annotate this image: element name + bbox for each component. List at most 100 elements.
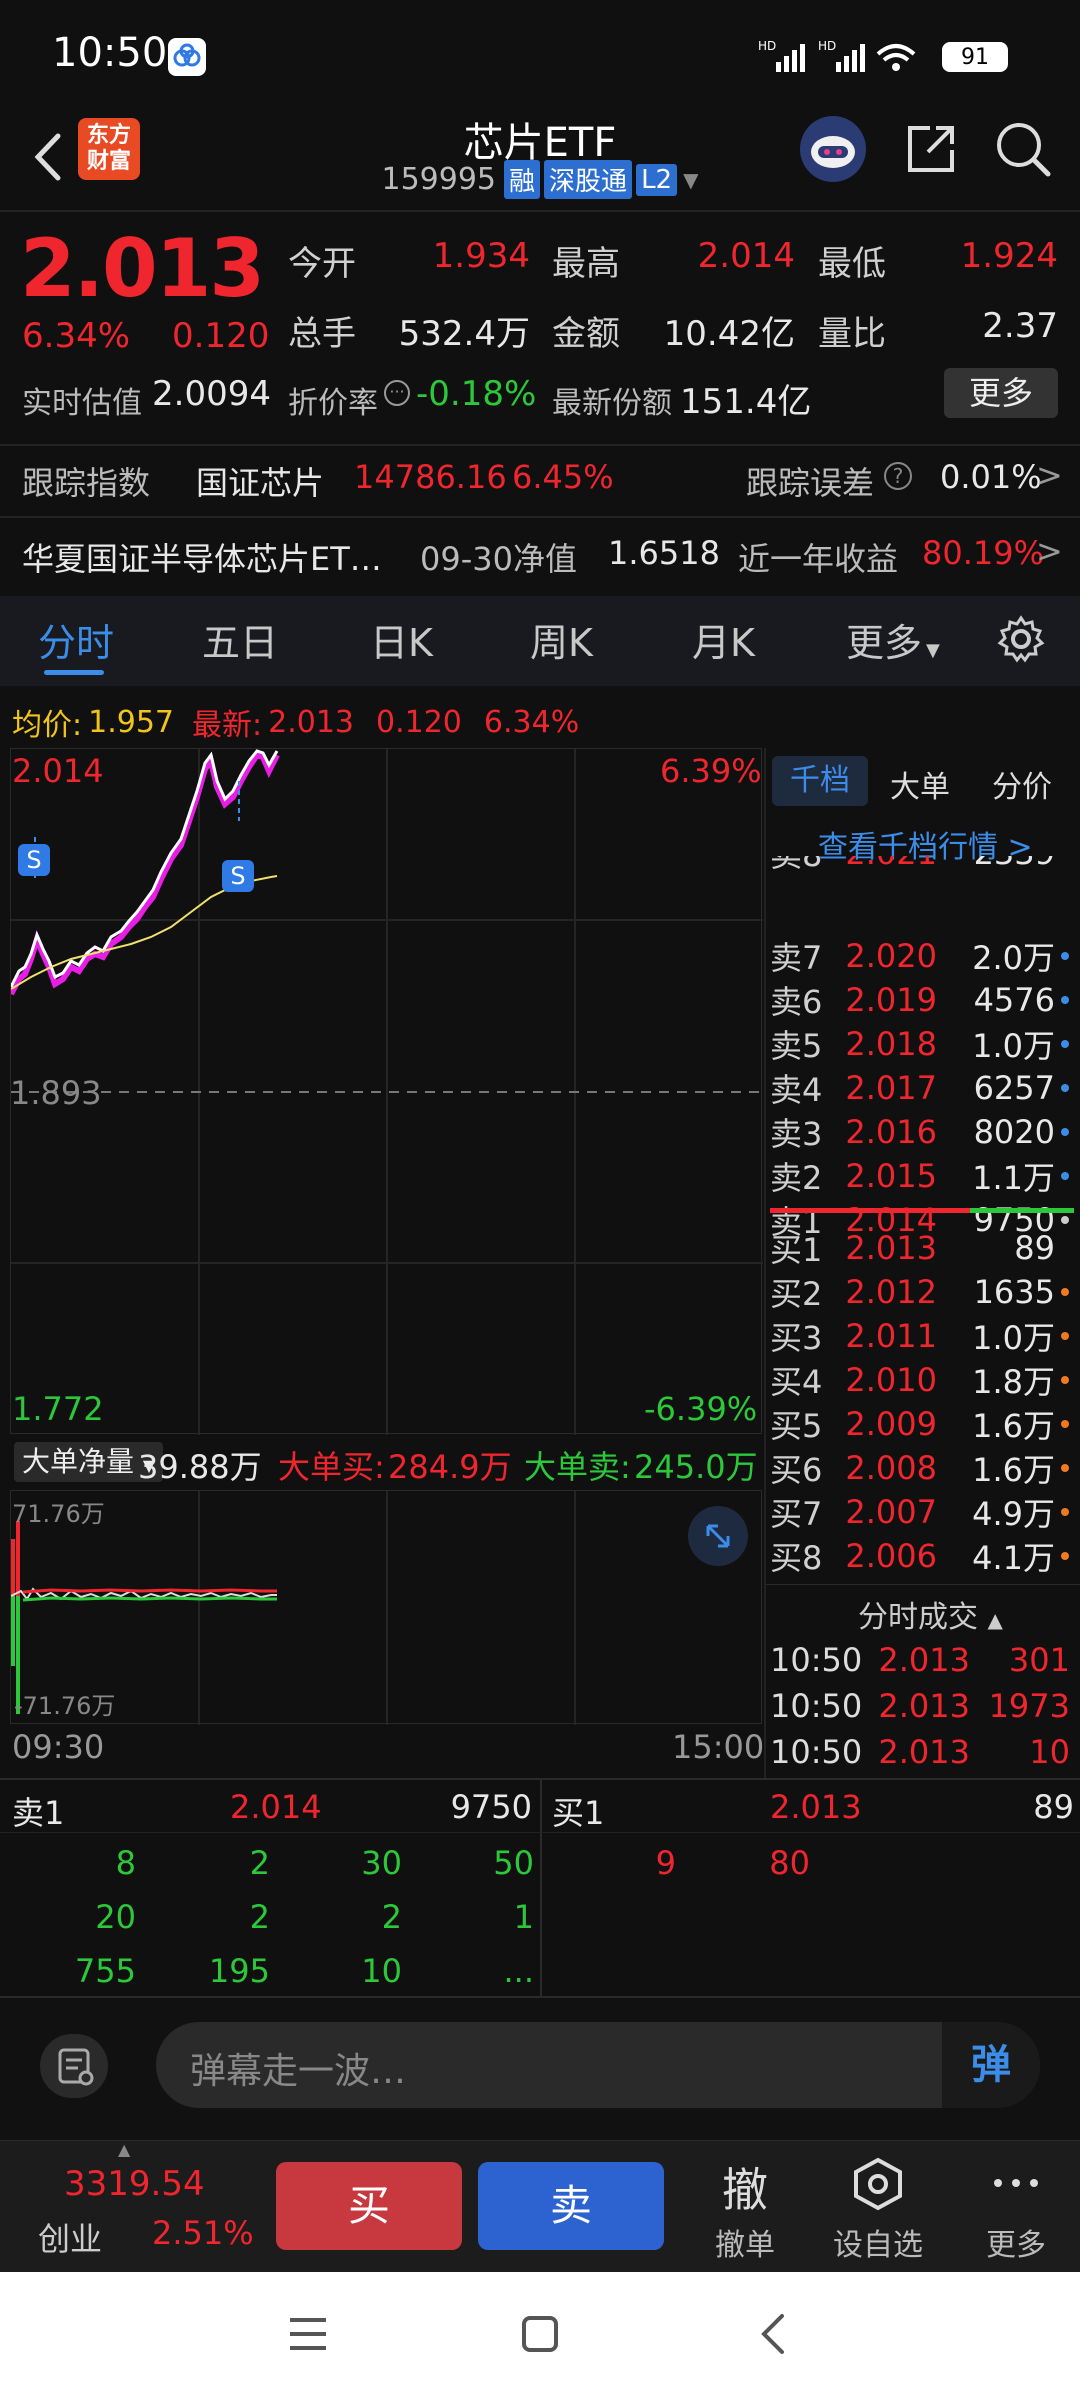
help-icon[interactable]: ? xyxy=(884,462,912,490)
change-percent: 6.34% xyxy=(22,316,131,356)
amount-label: 金额 xyxy=(552,314,620,354)
high-value: 2.014 xyxy=(697,236,795,276)
ask-volume: 1.0万 xyxy=(972,1027,1055,1065)
index-value[interactable]: 3319.54 xyxy=(64,2164,205,2204)
order-dot xyxy=(1061,1040,1069,1048)
search-icon[interactable] xyxy=(992,118,1054,180)
intraday-price-chart[interactable] xyxy=(8,748,763,1435)
tab-more[interactable]: 更多 ▼ xyxy=(846,612,940,667)
danmaku-toggle-icon[interactable] xyxy=(40,2034,108,2098)
ask-label: 卖5 xyxy=(770,1027,823,1065)
bid-label: 买3 xyxy=(770,1319,823,1357)
bid-row[interactable]: 买7 2.007 4.9万 xyxy=(770,1490,1070,1534)
cancel-order-icon[interactable]: 撤 xyxy=(700,2154,790,2220)
security-code-row[interactable]: 159995 融 深股通 L2 ▼ xyxy=(340,160,740,199)
bid-volume: 1635 xyxy=(973,1273,1055,1311)
ask-volume: 2.0万 xyxy=(972,939,1055,977)
app-logo: 东方 财富 xyxy=(78,118,140,180)
watchlist-icon[interactable] xyxy=(848,2154,908,2214)
high-label: 最高 xyxy=(552,244,620,284)
bid-price: 2.011 xyxy=(845,1317,937,1355)
sell-button[interactable]: 卖 xyxy=(478,2162,664,2250)
more-info-icon[interactable]: ··· xyxy=(384,380,410,406)
latest-change: 0.120 xyxy=(376,704,462,740)
home-icon[interactable] xyxy=(518,2312,562,2356)
fund-name[interactable]: 华夏国证半导体芯片ET… xyxy=(22,534,382,580)
time-end: 15:00 xyxy=(672,1728,765,1766)
bid-row[interactable]: 买2 2.012 1635 xyxy=(770,1270,1070,1314)
open-value: 1.934 xyxy=(432,236,530,276)
danmaku-send-button[interactable]: 弹 xyxy=(942,2022,1040,2108)
tab-five-day[interactable]: 五日 xyxy=(202,612,278,667)
ask-volume: 6257 xyxy=(973,1069,1055,1107)
ratio-value: 2.37 xyxy=(982,306,1058,346)
bid-label: 买1 xyxy=(770,1231,823,1269)
menu-icon[interactable] xyxy=(286,2312,330,2356)
chevron-right-icon[interactable]: > xyxy=(1036,456,1063,494)
queue-buy-volume: 89 xyxy=(1033,1788,1074,1826)
settings-gear-icon[interactable] xyxy=(996,614,1046,664)
ask-row[interactable]: 卖2 2.015 1.1万 xyxy=(770,1154,1070,1198)
tab-intraday[interactable]: 分时 xyxy=(38,612,114,667)
cancel-order-label[interactable]: 撤单 xyxy=(700,2220,790,2264)
active-tab-indicator xyxy=(44,670,104,675)
back-icon[interactable] xyxy=(20,122,80,192)
bid-row[interactable]: 买8 2.006 4.1万 xyxy=(770,1534,1070,1578)
more-icon[interactable] xyxy=(986,2168,1046,2198)
tab-daily-k[interactable]: 日K xyxy=(370,612,433,667)
ratio-label: 量比 xyxy=(818,314,886,354)
ask-label: 卖3 xyxy=(770,1115,823,1153)
buy-button[interactable]: 买 xyxy=(276,2162,462,2250)
caret-up-icon[interactable]: ▲ xyxy=(118,2140,130,2159)
tab-depth[interactable]: 千档 xyxy=(772,756,868,806)
caret-down-icon: ▼ xyxy=(926,640,940,661)
tab-weekly-k[interactable]: 周K xyxy=(530,612,593,667)
ask-label: 卖8 xyxy=(770,856,825,876)
divider xyxy=(540,1780,542,1996)
flow-sell: 245.0万 xyxy=(634,1448,758,1486)
trade-row: 10:50 2.013 1973 xyxy=(770,1684,1070,1728)
tracking-index-name[interactable]: 国证芯片 xyxy=(196,458,324,504)
assistant-robot-icon[interactable] xyxy=(800,116,866,182)
back-nav-icon[interactable] xyxy=(752,2312,796,2356)
tab-big-orders[interactable]: 大单 xyxy=(890,762,950,806)
flow-buy-label: 大单买: xyxy=(278,1448,385,1486)
tab-monthly-k[interactable]: 月K xyxy=(692,612,755,667)
return-label: 近一年收益 xyxy=(738,540,899,578)
ask-price: 2.015 xyxy=(845,1157,937,1195)
tab-price-split[interactable]: 分价 xyxy=(992,762,1052,806)
expand-icon[interactable] xyxy=(688,1506,748,1566)
bid-row[interactable]: 买6 2.008 1.6万 xyxy=(770,1446,1070,1490)
queue-sell-label: 卖1 xyxy=(12,1794,65,1832)
index-name: 创业 xyxy=(38,2220,103,2258)
svg-text:HD: HD xyxy=(818,39,836,53)
bid-row[interactable]: 买1 2.013 89 xyxy=(770,1226,1070,1270)
tracking-label: 跟踪指数 xyxy=(22,464,151,502)
sell-signal-marker[interactable]: S xyxy=(18,844,50,876)
ask-row[interactable]: 卖5 2.018 1.0万 xyxy=(770,1022,1070,1066)
sell-signal-marker[interactable]: S xyxy=(222,860,254,892)
watchlist-label[interactable]: 设自选 xyxy=(828,2220,928,2264)
queue-cell[interactable]: ... xyxy=(414,1952,534,1990)
divider xyxy=(0,444,1080,446)
chevron-right-icon[interactable]: > xyxy=(1036,532,1063,570)
signal-icon: HD HD xyxy=(758,36,928,80)
tracking-error-value[interactable]: 0.01% xyxy=(940,458,1042,496)
ask-row[interactable]: 卖3 2.016 8020 xyxy=(770,1110,1070,1154)
divider xyxy=(766,1584,1080,1585)
bid-row[interactable]: 买4 2.010 1.8万 xyxy=(770,1358,1070,1402)
trade-row: 10:50 2.013 301 xyxy=(770,1638,1070,1682)
ask-row[interactable]: 卖4 2.017 6257 xyxy=(770,1066,1070,1110)
ask-row[interactable]: 卖7 2.020 2.0万 xyxy=(770,934,1070,978)
bid-row[interactable]: 买5 2.009 1.6万 xyxy=(770,1402,1070,1446)
more-button[interactable]: 更多 xyxy=(944,368,1058,418)
logo-text-top: 东方 xyxy=(86,123,131,148)
queue-buy-label: 买1 xyxy=(552,1794,605,1832)
more-label[interactable]: 更多 xyxy=(966,2220,1066,2264)
logo-text-bottom: 财富 xyxy=(86,149,131,174)
share-icon[interactable] xyxy=(900,118,962,180)
bid-row[interactable]: 买3 2.011 1.0万 xyxy=(770,1314,1070,1358)
trades-header[interactable]: 分时成交 ▲ xyxy=(858,1592,1003,1636)
big-order-flow-chart[interactable] xyxy=(10,1490,762,1725)
ask-row[interactable]: 卖6 2.019 4576 xyxy=(770,978,1070,1022)
